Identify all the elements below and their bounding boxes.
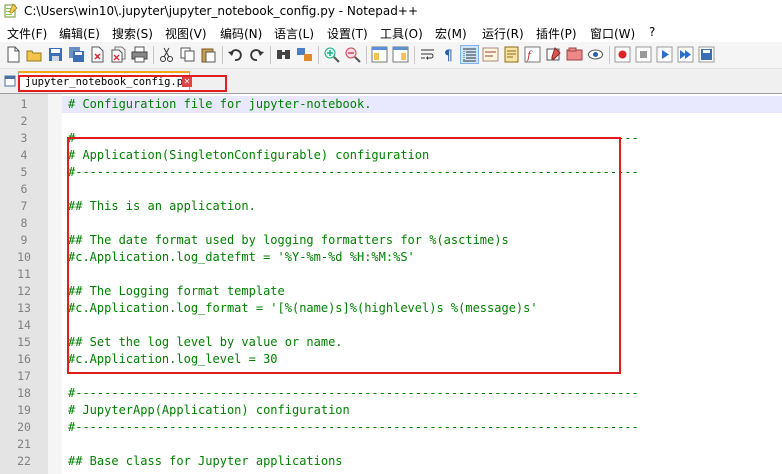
notepadpp-icon xyxy=(4,3,18,18)
code-text: # Configuration file for jupyter-noteboo… xyxy=(68,97,372,111)
toolbar-separator xyxy=(318,46,319,64)
line-number: 14 xyxy=(17,318,31,332)
fold-margin xyxy=(48,94,62,474)
menu-window[interactable]: 窗口(W) xyxy=(590,25,635,42)
line-number: 4 xyxy=(20,148,28,162)
line-number: 5 xyxy=(20,165,28,179)
line-number: 10 xyxy=(17,250,31,264)
toolbar-separator xyxy=(153,46,154,64)
line-number: 8 xyxy=(20,216,28,230)
menu-language[interactable]: 语言(L) xyxy=(274,25,314,42)
document-list-icon[interactable] xyxy=(4,75,16,87)
title-bar: C:\Users\win10\.jupyter\jupyter_notebook… xyxy=(0,0,782,22)
code-text: #---------------------------------------… xyxy=(68,386,639,400)
new-file-icon[interactable] xyxy=(5,46,22,63)
line-number: 18 xyxy=(17,386,31,400)
zoom-out-icon[interactable] xyxy=(344,46,361,63)
close-file-icon[interactable] xyxy=(89,46,106,63)
code-highlight-box xyxy=(67,137,621,374)
code-line[interactable] xyxy=(62,113,782,130)
line-number: 12 xyxy=(17,284,31,298)
menu-macro[interactable]: 宏(M) xyxy=(435,25,467,42)
line-number: 20 xyxy=(17,420,31,434)
find-icon[interactable] xyxy=(275,46,292,63)
menu-view[interactable]: 视图(V) xyxy=(165,25,207,42)
menu-search[interactable]: 搜索(S) xyxy=(112,25,153,42)
doc-map-icon[interactable] xyxy=(503,46,520,63)
folder-workspace-icon[interactable] xyxy=(545,46,562,63)
toolbar-separator xyxy=(366,46,367,64)
menu-tools[interactable]: 工具(O) xyxy=(380,25,423,42)
line-number: 9 xyxy=(20,233,28,247)
cut-icon[interactable] xyxy=(158,46,175,63)
line-number: 15 xyxy=(17,335,31,349)
menu-settings[interactable]: 设置(T) xyxy=(327,25,368,42)
close-all-icon[interactable] xyxy=(110,46,127,63)
toolbar-separator xyxy=(414,46,415,64)
line-number: 2 xyxy=(20,114,28,128)
copy-icon[interactable] xyxy=(179,46,196,63)
redo-icon[interactable] xyxy=(248,46,265,63)
line-number: 22 xyxy=(17,454,31,468)
line-number: 13 xyxy=(17,301,31,315)
zoom-in-icon[interactable] xyxy=(323,46,340,63)
menu-help[interactable]: ? xyxy=(649,25,655,39)
menu-plugins[interactable]: 插件(P) xyxy=(536,25,577,42)
line-number: 6 xyxy=(20,182,28,196)
print-icon[interactable] xyxy=(131,46,148,63)
save-macro-icon[interactable] xyxy=(698,46,715,63)
indent-guide-icon[interactable] xyxy=(460,45,479,64)
line-number: 3 xyxy=(20,131,28,145)
toolbar-separator xyxy=(222,46,223,64)
svg-text:¶: ¶ xyxy=(444,48,453,63)
save-all-icon[interactable] xyxy=(68,46,85,63)
code-text: #---------------------------------------… xyxy=(68,420,639,434)
line-number: 17 xyxy=(17,369,31,383)
record-macro-icon[interactable] xyxy=(614,46,631,63)
menu-edit[interactable]: 编辑(E) xyxy=(59,25,100,42)
menu-bar: 文件(F) 编辑(E) 搜索(S) 视图(V) 编码(N) 语言(L) 设置(T… xyxy=(0,22,782,42)
replace-icon[interactable] xyxy=(296,46,313,63)
monitoring-icon[interactable] xyxy=(587,46,604,63)
code-line[interactable]: #---------------------------------------… xyxy=(62,385,782,402)
menu-file[interactable]: 文件(F) xyxy=(7,25,47,42)
save-icon[interactable] xyxy=(47,46,64,63)
open-file-icon[interactable] xyxy=(26,46,43,63)
code-line[interactable]: ## Base class for Jupyter applications xyxy=(62,453,782,470)
play-macro-icon[interactable] xyxy=(656,46,673,63)
code-text: # JupyterApp(Application) configuration xyxy=(68,403,350,417)
toolbar: ¶ f xyxy=(0,42,782,69)
line-number: 19 xyxy=(17,403,31,417)
user-defined-language-icon[interactable] xyxy=(482,46,499,63)
code-line[interactable]: # JupyterApp(Application) configuration xyxy=(62,402,782,419)
sync-horizontal-icon[interactable] xyxy=(392,46,409,63)
paste-icon[interactable] xyxy=(200,46,217,63)
undo-icon[interactable] xyxy=(227,46,244,63)
word-wrap-icon[interactable] xyxy=(419,46,436,63)
line-number: 11 xyxy=(17,267,31,281)
code-line[interactable]: # Configuration file for jupyter-noteboo… xyxy=(62,96,782,113)
code-line[interactable]: #---------------------------------------… xyxy=(62,419,782,436)
toolbar-separator xyxy=(609,46,610,64)
code-text: ## Base class for Jupyter applications xyxy=(68,454,343,468)
stop-macro-icon[interactable] xyxy=(635,46,652,63)
toolbar-separator xyxy=(270,46,271,64)
line-number: 7 xyxy=(20,199,28,213)
sync-vertical-icon[interactable] xyxy=(371,46,388,63)
line-number: 1 xyxy=(20,97,28,111)
function-list-icon[interactable]: f xyxy=(524,46,541,63)
window-title: C:\Users\win10\.jupyter\jupyter_notebook… xyxy=(24,4,418,18)
code-line[interactable] xyxy=(62,436,782,453)
tab-highlight-box xyxy=(18,75,227,92)
line-number: 21 xyxy=(17,437,31,451)
play-macro-multiple-icon[interactable] xyxy=(677,46,694,63)
line-number: 16 xyxy=(17,352,31,366)
menu-run[interactable]: 运行(R) xyxy=(482,25,524,42)
menu-encoding[interactable]: 编码(N) xyxy=(220,25,262,42)
show-all-chars-icon[interactable]: ¶ xyxy=(440,46,457,63)
panel-icon[interactable] xyxy=(566,46,583,63)
